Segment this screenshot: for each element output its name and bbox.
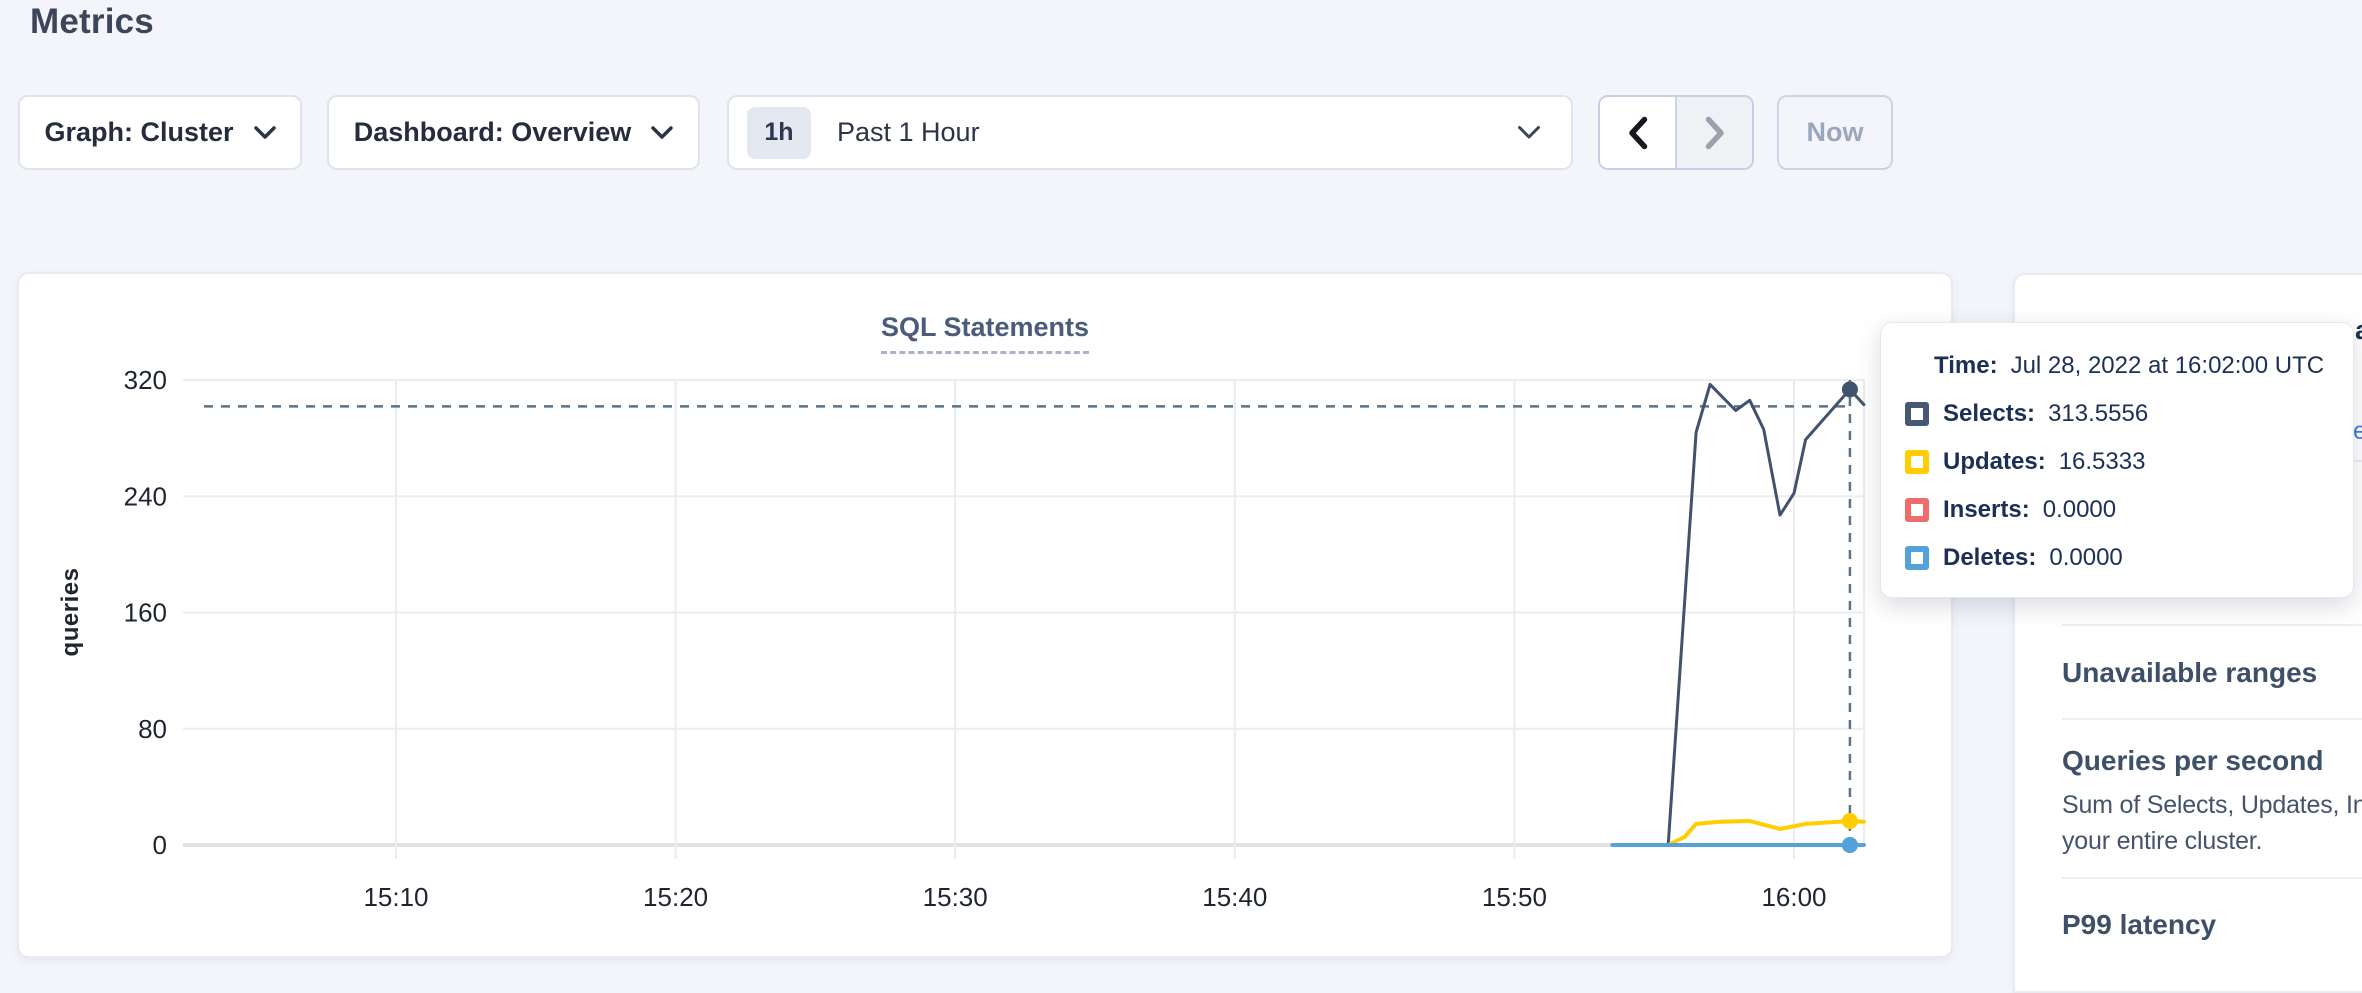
clipped-link-fragment[interactable]: e [2353,417,2362,446]
sidebar-divider [2062,877,2362,879]
svg-text:15:20: 15:20 [643,882,708,912]
graph-dropdown-label: Graph: Cluster [44,117,233,148]
svg-text:16:00: 16:00 [1761,882,1826,912]
inserts-swatch-icon [1905,498,1929,522]
graph-dropdown[interactable]: Graph: Cluster [18,95,302,170]
time-range-badge: 1h [747,107,811,159]
chevron-left-icon [1627,116,1649,150]
chart-card: SQL Statements queries 08016024032015:10… [17,272,1953,958]
chevron-down-icon [651,126,673,140]
tooltip-deletes-label: Deletes: [1943,544,2036,572]
tooltip-time-row: Time: Jul 28, 2022 at 16:02:00 UTC [1905,351,2329,381]
tooltip-selects-label: Selects: [1943,400,2035,428]
sidebar-heading-unavailable-ranges: Unavailable ranges [2062,657,2362,689]
sidebar-divider [2062,624,2362,626]
svg-text:240: 240 [124,481,167,511]
dashboard-dropdown[interactable]: Dashboard: Overview [327,95,700,170]
chevron-right-icon [1704,116,1726,150]
tooltip-series-row: Deletes: 0.0000 [1905,543,2329,573]
svg-text:160: 160 [124,598,167,628]
time-nav-group [1598,95,1754,170]
svg-text:15:30: 15:30 [923,882,988,912]
tooltip-time-label: Time: [1934,352,1998,380]
page-title: Metrics [30,2,154,42]
chart-plot[interactable]: 0 80 160 240 320 15:10 15:20 15:30 15:40 15:50 16:… [19,274,1951,956]
svg-text:15:10: 15:10 [363,882,428,912]
tooltip-inserts-label: Inserts: [1943,496,2030,524]
chevron-down-icon [254,126,276,140]
clipped-text-fragment: a [2355,315,2362,346]
chevron-down-icon [1517,125,1541,140]
time-forward-button[interactable] [1675,97,1752,168]
time-range-selector[interactable]: 1h Past 1 Hour [727,95,1573,170]
tooltip-series-row: Selects: 313.5556 [1905,399,2329,429]
tooltip-series-row: Inserts: 0.0000 [1905,495,2329,525]
dashboard-dropdown-label: Dashboard: Overview [354,117,632,148]
sidebar-description-line2: your entire cluster. [2062,827,2262,855]
svg-text:15:40: 15:40 [1202,882,1267,912]
sidebar-heading-p99-latency: P99 latency [2062,909,2362,941]
sidebar-description: Sum of Selects, Updates, Inser your enti… [2062,787,2362,859]
tooltip-selects-value: 313.5556 [2048,400,2148,428]
tooltip-updates-label: Updates: [1943,448,2046,476]
tooltip-updates-value: 16.5333 [2059,448,2146,476]
updates-swatch-icon [1905,450,1929,474]
sidebar-divider [2062,718,2362,720]
tooltip-series-row: Updates: 16.5333 [1905,447,2329,477]
tooltip-time-value: Jul 28, 2022 at 16:02:00 UTC [2011,352,2325,380]
selects-swatch-icon [1905,402,1929,426]
deletes-swatch-icon [1905,546,1929,570]
time-back-button[interactable] [1600,97,1675,168]
svg-text:15:50: 15:50 [1482,882,1547,912]
now-button[interactable]: Now [1777,95,1893,170]
time-range-label: Past 1 Hour [837,117,980,148]
sidebar-heading-queries-per-second: Queries per second [2062,745,2362,777]
tooltip-inserts-value: 0.0000 [2043,496,2116,524]
tooltip-deletes-value: 0.0000 [2049,544,2122,572]
metrics-page: Metrics Graph: Cluster Dashboard: Overvi… [0,0,2362,966]
svg-text:320: 320 [124,365,167,395]
svg-text:0: 0 [153,830,167,860]
chart-tooltip: Time: Jul 28, 2022 at 16:02:00 UTC Selec… [1880,322,2354,598]
svg-text:80: 80 [138,714,167,744]
sidebar-description-line1: Sum of Selects, Updates, Inser [2062,791,2362,819]
